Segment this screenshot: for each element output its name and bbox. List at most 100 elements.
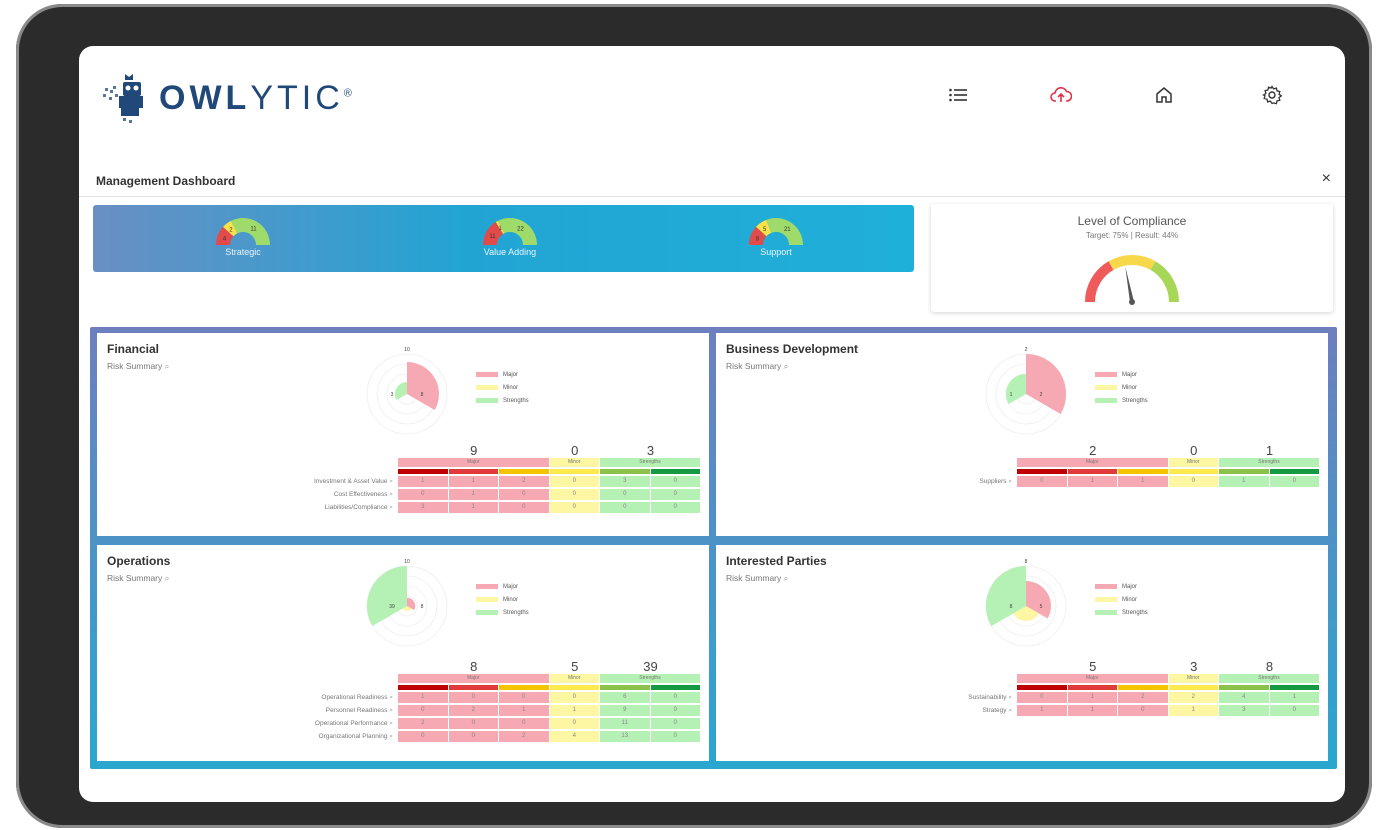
magnifier-icon[interactable]: ⌕ (388, 504, 393, 511)
table-cell[interactable]: 1 (1168, 705, 1218, 716)
magnifier-icon[interactable]: ⌕ (388, 733, 393, 740)
table-cell[interactable]: 3 (600, 476, 650, 487)
table-cell[interactable]: 0 (1269, 476, 1319, 487)
table-cell[interactable]: 0 (1017, 692, 1067, 703)
table-cell[interactable]: 1 (398, 476, 448, 487)
risk-summary-link[interactable]: Risk Summary ⌕ (726, 361, 788, 372)
table-cell[interactable]: 0 (499, 489, 549, 500)
table-cell[interactable]: 1 (549, 705, 599, 716)
table-cell[interactable]: 9 (600, 705, 650, 716)
row-label[interactable]: Operational Readiness ⌕ (193, 694, 393, 702)
table-cell[interactable]: 2 (448, 705, 498, 716)
table-cell[interactable]: 0 (549, 476, 599, 487)
table-cell[interactable]: 0 (549, 489, 599, 500)
table-cell[interactable]: 4 (1219, 692, 1269, 703)
home-icon[interactable] (1151, 82, 1177, 108)
table-cell[interactable]: 2 (1168, 692, 1218, 703)
table-cell[interactable]: 0 (650, 502, 700, 513)
table-cell[interactable]: 0 (600, 489, 650, 500)
table-cell[interactable]: 0 (650, 705, 700, 716)
row-label[interactable]: Liabilities/Compliance ⌕ (193, 504, 393, 512)
table-cell[interactable]: 2 (1118, 692, 1168, 703)
table-cell[interactable]: 2 (499, 731, 549, 742)
table-cell[interactable]: 0 (650, 718, 700, 729)
table-cell[interactable]: 0 (650, 692, 700, 703)
magnifier-icon[interactable]: ⌕ (388, 707, 393, 714)
magnifier-icon[interactable]: ⌕ (781, 361, 789, 371)
row-label[interactable]: Cost Effectiveness ⌕ (193, 491, 393, 499)
magnifier-icon[interactable]: ⌕ (388, 478, 393, 485)
table-cell[interactable]: 1 (1269, 692, 1319, 703)
table-cell[interactable]: 0 (650, 731, 700, 742)
table-cell[interactable]: 0 (448, 692, 498, 703)
table-cell[interactable]: 0 (549, 718, 599, 729)
table-cell[interactable]: 0 (650, 489, 700, 500)
risk-summary-link[interactable]: Risk Summary ⌕ (107, 361, 169, 372)
cloud-upload-icon[interactable] (1048, 82, 1074, 108)
magnifier-icon[interactable]: ⌕ (162, 361, 170, 371)
table-cell[interactable]: 1 (448, 476, 498, 487)
table-cell[interactable]: 3 (398, 502, 448, 513)
table-cell[interactable]: 0 (398, 489, 448, 500)
risk-summary-link[interactable]: Risk Summary ⌕ (726, 573, 788, 584)
table-cell[interactable]: 4 (549, 731, 599, 742)
magnifier-icon[interactable]: ⌕ (1007, 707, 1012, 714)
owlytic-logo[interactable]: OWLYTIC® (101, 68, 356, 128)
table-cell[interactable]: 0 (398, 705, 448, 716)
table-cell[interactable]: 1 (398, 692, 448, 703)
table-cell[interactable]: 3 (1219, 705, 1269, 716)
list-icon[interactable] (945, 82, 971, 108)
gear-icon[interactable] (1259, 82, 1285, 108)
row-label[interactable]: Suppliers ⌕ (812, 478, 1012, 486)
severity-cell (650, 685, 700, 690)
table-cell[interactable]: 1 (1118, 476, 1168, 487)
risk-summary-link[interactable]: Risk Summary ⌕ (107, 573, 169, 584)
table-cell[interactable]: 0 (499, 692, 549, 703)
row-label[interactable]: Personnel Readiness ⌕ (193, 707, 393, 715)
magnifier-icon[interactable]: ⌕ (1007, 478, 1012, 485)
table-cell[interactable]: 0 (1017, 476, 1067, 487)
legend-item-strengths: Strengths (476, 394, 529, 407)
table-cell[interactable]: 2 (398, 718, 448, 729)
magnifier-icon[interactable]: ⌕ (388, 491, 393, 498)
table-cell[interactable]: 0 (398, 731, 448, 742)
magnifier-icon[interactable]: ⌕ (1007, 694, 1012, 701)
table-cell[interactable]: 0 (650, 476, 700, 487)
table-cell[interactable]: 1 (1017, 705, 1067, 716)
table-cell[interactable]: 1 (448, 502, 498, 513)
table-cell[interactable]: 6 (600, 692, 650, 703)
table-cell[interactable]: 1 (1219, 476, 1269, 487)
table-cell[interactable]: 1 (499, 705, 549, 716)
table-cell[interactable]: 11 (600, 718, 650, 729)
row-label[interactable]: Operational Performance ⌕ (193, 720, 393, 728)
table-cell[interactable]: 1 (1067, 705, 1117, 716)
table-cell[interactable]: 1 (1067, 692, 1117, 703)
table-cell[interactable]: 0 (600, 502, 650, 513)
table-cell[interactable]: 1 (1067, 476, 1117, 487)
table-cell[interactable]: 0 (499, 502, 549, 513)
close-icon[interactable]: × (1322, 170, 1331, 188)
row-label[interactable]: Investment & Asset Value ⌕ (193, 478, 393, 486)
row-label[interactable]: Organizational Planning ⌕ (193, 733, 393, 741)
table-cell[interactable]: 0 (1168, 476, 1218, 487)
table-cell[interactable]: 0 (499, 718, 549, 729)
process-gauge-strategic[interactable]: 4 2 11 Strategic (203, 215, 283, 271)
table-cell[interactable]: 0 (549, 692, 599, 703)
row-label[interactable]: Sustainability ⌕ (812, 694, 1012, 702)
magnifier-icon[interactable]: ⌕ (781, 573, 789, 583)
table-cell[interactable]: 0 (1118, 705, 1168, 716)
process-gauge-value-adding[interactable]: 11 1 22 Value Adding (470, 215, 550, 271)
table-cell[interactable]: 0 (448, 718, 498, 729)
table-cell[interactable]: 0 (549, 502, 599, 513)
row-label[interactable]: Strategy ⌕ (812, 707, 1012, 715)
magnifier-icon[interactable]: ⌕ (388, 694, 393, 701)
table-cell[interactable]: 13 (600, 731, 650, 742)
table-cell[interactable]: 0 (1269, 705, 1319, 716)
table-cell[interactable]: 2 (499, 476, 549, 487)
table-cell[interactable]: 0 (448, 731, 498, 742)
process-gauge-support[interactable]: 8 5 21 Support (736, 215, 816, 271)
magnifier-icon[interactable]: ⌕ (162, 573, 170, 583)
compliance-card[interactable]: Level of Compliance Target: 75% | Result… (931, 204, 1333, 312)
table-cell[interactable]: 1 (448, 489, 498, 500)
magnifier-icon[interactable]: ⌕ (388, 720, 393, 727)
